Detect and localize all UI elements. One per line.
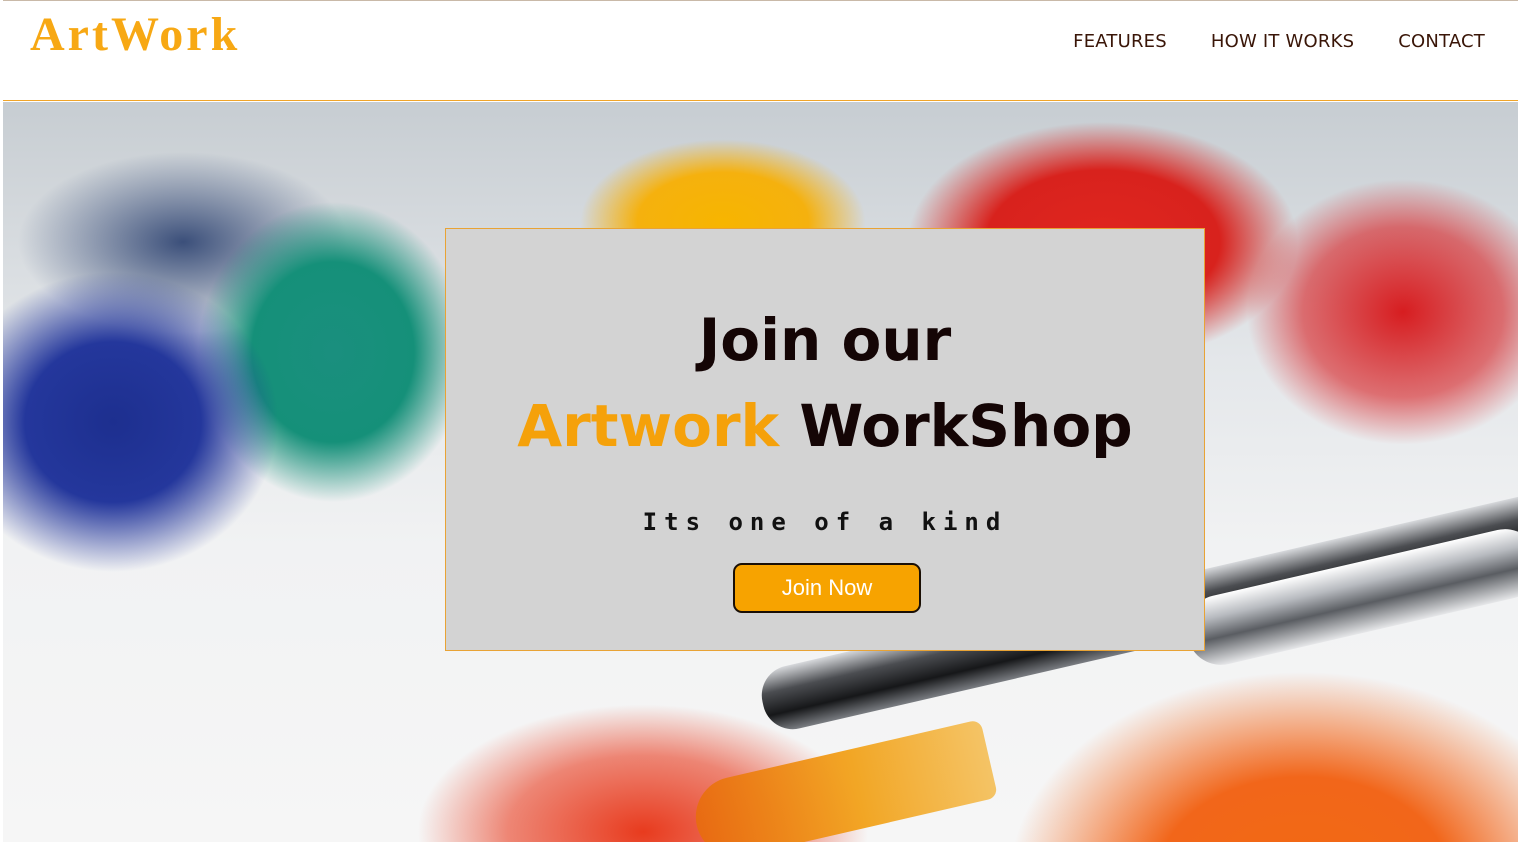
hero-section: Join our Artwork WorkShop Its one of a k…	[3, 102, 1518, 842]
promo-title-accent: Artwork	[517, 392, 780, 460]
main-nav: FEATURES HOW IT WORKS CONTACT	[1073, 29, 1485, 55]
paintbrush-bristles-image	[687, 719, 999, 842]
nav-how-it-works-link[interactable]: HOW IT WORKS	[1211, 29, 1354, 55]
promo-title-rest: WorkShop	[799, 392, 1133, 460]
page-frame: ArtWork FEATURES HOW IT WORKS CONTACT Jo…	[3, 0, 1518, 842]
nav-contact-link[interactable]: CONTACT	[1398, 29, 1485, 55]
join-now-button[interactable]: Join Now	[733, 563, 921, 613]
promo-card: Join our Artwork WorkShop Its one of a k…	[445, 228, 1205, 651]
site-header: ArtWork FEATURES HOW IT WORKS CONTACT	[3, 1, 1518, 101]
nav-features-link[interactable]: FEATURES	[1073, 29, 1167, 55]
promo-subtitle: Its one of a kind	[642, 508, 1008, 536]
brand-logo[interactable]: ArtWork	[30, 7, 240, 63]
promo-title-line1: Join our	[698, 306, 952, 374]
promo-title: Join our Artwork WorkShop	[446, 297, 1204, 469]
promo-title-line2: Artwork WorkShop	[446, 383, 1204, 469]
